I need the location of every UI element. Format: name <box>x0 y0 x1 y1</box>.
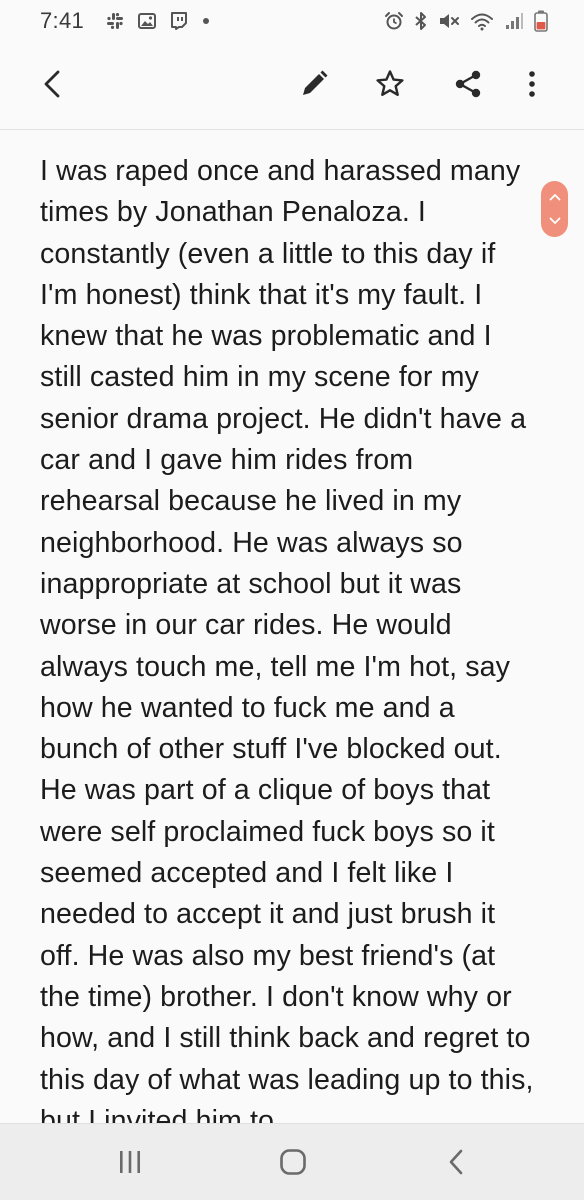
system-icons <box>384 10 548 32</box>
mute-icon <box>438 11 460 31</box>
pencil-icon <box>299 69 329 104</box>
bluetooth-icon <box>414 11 428 31</box>
recents-icon <box>116 1149 144 1180</box>
status-time: 7:41 <box>40 8 85 33</box>
wifi-icon <box>470 11 494 31</box>
chevron-down-icon <box>549 212 561 230</box>
twitch-icon <box>170 12 188 30</box>
note-body[interactable]: I was raped once and harassed many times… <box>0 131 584 1123</box>
back-arrow-icon <box>41 69 63 104</box>
gallery-icon <box>138 13 157 29</box>
back-button[interactable] <box>30 64 74 108</box>
back-icon <box>446 1148 466 1181</box>
navigation-bar <box>0 1123 584 1200</box>
notification-icons <box>106 12 210 30</box>
slack-icon <box>106 12 124 30</box>
battery-icon <box>534 10 548 32</box>
alarm-icon <box>384 11 404 31</box>
more-options-button[interactable] <box>510 64 554 108</box>
app-toolbar <box>0 42 584 130</box>
favorite-button[interactable] <box>368 64 412 108</box>
dot-icon <box>202 17 210 25</box>
status-bar: 7:41 <box>0 0 584 42</box>
signal-icon <box>504 11 524 31</box>
more-vert-icon <box>527 69 537 104</box>
home-icon <box>278 1147 308 1182</box>
share-button[interactable] <box>446 64 490 108</box>
share-icon <box>453 69 483 104</box>
nav-back-button[interactable] <box>434 1142 478 1186</box>
chevron-up-icon <box>549 188 561 206</box>
star-icon <box>375 69 405 104</box>
note-content[interactable]: I was raped once and harassed many times… <box>0 131 584 1123</box>
recents-button[interactable] <box>108 1142 152 1186</box>
edit-button[interactable] <box>292 64 336 108</box>
scroll-pill[interactable] <box>541 181 568 237</box>
home-button[interactable] <box>271 1142 315 1186</box>
screen: 7:41 I was raped once and harassed many … <box>0 0 584 1200</box>
